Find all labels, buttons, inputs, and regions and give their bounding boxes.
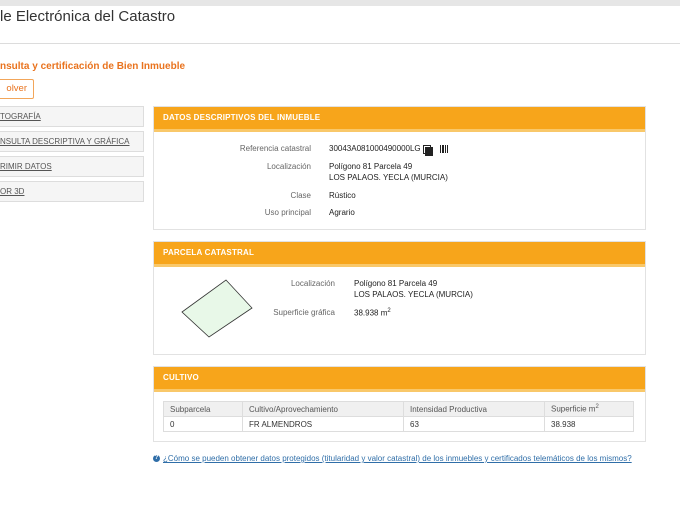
- sup-label: Superficie gráfica: [273, 308, 335, 317]
- loc-line2: LOS PALAOS. YECLA (MURCIA): [329, 173, 448, 182]
- help-icon: ?: [153, 455, 160, 463]
- header-divider: [0, 43, 680, 44]
- sup-exponent: 2: [387, 308, 391, 314]
- sup-value: 38.938 m: [354, 308, 388, 318]
- parcela-panel-title: PARCELA CATASTRAL: [154, 242, 645, 267]
- sidebar-item-visor-3d[interactable]: OR 3D: [0, 181, 144, 202]
- copy-icon[interactable]: [423, 145, 433, 156]
- cell-intensidad: 63: [403, 416, 545, 432]
- protected-data-link[interactable]: ? ¿Cómo se pueden obtener datos protegido…: [153, 454, 632, 463]
- clase-label: Clase: [290, 191, 311, 200]
- sidebar-item-imprimir[interactable]: RIMIR DATOS: [0, 156, 144, 177]
- parcela-loc-label: Localización: [290, 279, 335, 288]
- sup-value-wrap: 38.938 m2: [354, 308, 391, 318]
- loc-label: Localización: [266, 162, 311, 171]
- page-title: nsulta y certificación de Bien Inmueble: [0, 61, 186, 72]
- uso-value: Agrario: [329, 208, 355, 217]
- parcela-panel: PARCELA CATASTRAL Localización Polígono …: [153, 241, 646, 355]
- datos-panel-title: DATOS DESCRIPTIVOS DEL INMUEBLE: [154, 107, 645, 132]
- sidebar: TOGRAFÍA NSULTA DESCRIPTIVA Y GRÁFICA RI…: [0, 106, 144, 206]
- cell-subparcela: 0: [163, 416, 243, 432]
- parcela-loc-line1: Polígono 81 Parcela 49: [354, 279, 438, 288]
- ref-value: 30043A081000490000LG: [329, 144, 421, 153]
- datos-panel: DATOS DESCRIPTIVOS DEL INMUEBLE Referenc…: [153, 106, 646, 230]
- table-row: 0 FR ALMENDROS 63 38.938: [163, 416, 634, 432]
- parcel-map[interactable]: [179, 278, 259, 338]
- sidebar-item-cartografia[interactable]: TOGRAFÍA: [0, 106, 144, 127]
- cell-superficie: 38.938: [544, 416, 634, 432]
- col-cultivo: Cultivo/Aprovechamiento: [242, 401, 404, 417]
- sidebar-item-consulta[interactable]: NSULTA DESCRIPTIVA Y GRÁFICA: [0, 131, 144, 152]
- clase-value: Rústico: [329, 191, 356, 200]
- col-subparcela: Subparcela: [163, 401, 243, 417]
- cultivo-panel-title: CULTIVO: [154, 367, 645, 392]
- col-superficie-label: Superficie m: [551, 404, 596, 414]
- cell-cultivo: FR ALMENDROS: [242, 416, 404, 432]
- site-header: le Electrónica del Catastro: [0, 6, 680, 30]
- table-header-row: Subparcela Cultivo/Aprovechamiento Inten…: [163, 401, 634, 417]
- ref-label: Referencia catastral: [239, 144, 311, 153]
- col-intensidad: Intensidad Productiva: [403, 401, 545, 417]
- loc-line1: Polígono 81 Parcela 49: [329, 162, 413, 171]
- barcode-icon[interactable]: [440, 145, 448, 153]
- site-title: le Electrónica del Catastro: [0, 8, 176, 25]
- protected-data-link-text: ¿Cómo se pueden obtener datos protegidos…: [163, 454, 632, 463]
- parcela-loc-line2: LOS PALAOS. YECLA (MURCIA): [354, 290, 473, 299]
- col-superficie: Superficie m2: [544, 401, 634, 417]
- parcel-shape: [181, 279, 253, 338]
- uso-label: Uso principal: [264, 208, 311, 217]
- col-superficie-exp: 2: [595, 404, 599, 411]
- cultivo-panel: CULTIVO Subparcela Cultivo/Aprovechamien…: [153, 366, 646, 442]
- back-button[interactable]: olver: [0, 79, 34, 99]
- cultivo-table: Subparcela Cultivo/Aprovechamiento Inten…: [163, 401, 634, 432]
